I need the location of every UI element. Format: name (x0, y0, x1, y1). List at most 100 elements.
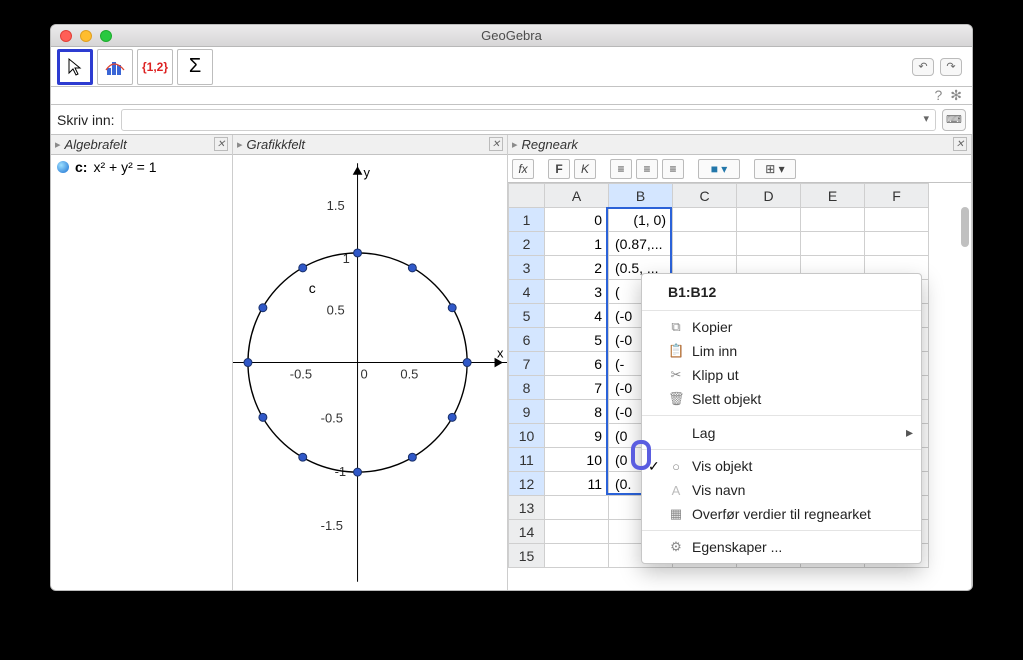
app-window: GeoGebra {1,2} Σ ↶ ↷ ? ✻ Skriv inn: ⌨ (50, 24, 973, 591)
bold-button[interactable]: F (548, 159, 570, 179)
column-header[interactable]: A (545, 184, 609, 208)
list-tool-button[interactable]: {1,2} (137, 49, 173, 85)
row-header[interactable]: 9 (509, 400, 545, 424)
cell[interactable]: 6 (545, 352, 609, 376)
row-header[interactable]: 13 (509, 496, 545, 520)
italic-button[interactable]: K (574, 159, 596, 179)
align-right-button[interactable]: ≡ (662, 159, 684, 179)
row-header[interactable]: 6 (509, 328, 545, 352)
cell[interactable] (801, 232, 865, 256)
cell[interactable]: 8 (545, 400, 609, 424)
row-header[interactable]: 5 (509, 304, 545, 328)
move-tool-button[interactable] (57, 49, 93, 85)
cell[interactable] (737, 208, 801, 232)
cell[interactable]: 11 (545, 472, 609, 496)
cell[interactable] (673, 208, 737, 232)
cell[interactable]: 7 (545, 376, 609, 400)
cell[interactable] (737, 232, 801, 256)
spreadsheet-grid[interactable]: A B C D E F 10(1, 0)21(0.87,...32(0.5, .… (508, 183, 971, 590)
copy-icon: ⧉ (668, 319, 684, 335)
equation-body: x² + y² = 1 (93, 159, 156, 175)
cell[interactable] (673, 232, 737, 256)
svg-text:-0.5: -0.5 (290, 366, 312, 381)
row-header[interactable]: 11 (509, 448, 545, 472)
context-copy[interactable]: ⧉Kopier (642, 315, 921, 339)
dot-icon: ○ (668, 459, 684, 474)
paste-icon: 📋 (668, 343, 684, 359)
graphics-panel-header[interactable]: ▸ Grafikkfelt ✕ (233, 135, 507, 155)
cell[interactable]: 1 (545, 232, 609, 256)
fx-button[interactable]: fx (512, 159, 534, 179)
undo-button[interactable]: ↶ (912, 58, 934, 76)
column-header[interactable]: E (801, 184, 865, 208)
row-header[interactable]: 8 (509, 376, 545, 400)
sum-tool-button[interactable]: Σ (177, 49, 213, 85)
triangle-icon: ▸ (512, 138, 518, 151)
context-show-name[interactable]: AVis navn (642, 478, 921, 502)
settings-button[interactable]: ✻ (950, 87, 962, 104)
graphics-view[interactable]: x y -0.5 0 0.5 1.5 1 0.5 -0.5 -1 -1.5 (233, 155, 507, 590)
cell[interactable] (865, 208, 929, 232)
spreadsheet-panel-header[interactable]: ▸ Regneark ✕ (508, 135, 971, 155)
algebra-panel-header[interactable]: ▸ Algebrafelt ✕ (51, 135, 232, 155)
spreadsheet-close-button[interactable]: ✕ (953, 137, 967, 151)
cell[interactable]: 5 (545, 328, 609, 352)
cell[interactable]: 2 (545, 256, 609, 280)
chevron-right-icon: ▸ (906, 424, 913, 441)
context-menu-title: B1:B12 (642, 278, 921, 306)
command-input[interactable] (121, 109, 936, 131)
row-header[interactable]: 2 (509, 232, 545, 256)
cell[interactable] (545, 544, 609, 568)
algebra-panel-title: Algebrafelt (65, 137, 127, 152)
fill-color-button[interactable]: ■ ▾ (698, 159, 740, 179)
cell[interactable]: 3 (545, 280, 609, 304)
column-header[interactable]: D (737, 184, 801, 208)
row-header[interactable]: 1 (509, 208, 545, 232)
context-layer-submenu[interactable]: Lag▸ (642, 420, 921, 445)
svg-text:-1.5: -1.5 (321, 518, 343, 533)
row-header[interactable]: 7 (509, 352, 545, 376)
context-paste[interactable]: 📋Lim inn (642, 339, 921, 363)
context-transfer-values[interactable]: ▦Overfør verdier til regnearket (642, 502, 921, 526)
align-center-button[interactable]: ≡ (636, 159, 658, 179)
align-left-button[interactable]: ≡ (610, 159, 632, 179)
row-header[interactable]: 10 (509, 424, 545, 448)
virtual-keyboard-button[interactable]: ⌨ (942, 109, 966, 131)
algebra-close-button[interactable]: ✕ (214, 137, 228, 151)
cell[interactable]: 9 (545, 424, 609, 448)
context-delete[interactable]: 🗑Slett objekt (642, 387, 921, 411)
cell[interactable] (545, 496, 609, 520)
cell[interactable]: 10 (545, 448, 609, 472)
undo-icon: ↶ (918, 60, 927, 73)
cell[interactable]: (0.87,... (609, 232, 673, 256)
algebra-panel: ▸ Algebrafelt ✕ c: x² + y² = 1 (51, 135, 233, 590)
close-icon: ✕ (217, 139, 225, 150)
column-header[interactable]: B (609, 184, 673, 208)
vertical-scrollbar[interactable] (961, 207, 969, 247)
row-header[interactable]: 15 (509, 544, 545, 568)
graphics-close-button[interactable]: ✕ (489, 137, 503, 151)
histogram-tool-button[interactable] (97, 49, 133, 85)
borders-button[interactable]: ⊞ ▾ (754, 159, 796, 179)
row-header[interactable]: 4 (509, 280, 545, 304)
cell[interactable]: (1, 0) (609, 208, 673, 232)
help-button[interactable]: ? (934, 87, 942, 104)
cell[interactable] (801, 208, 865, 232)
cell[interactable] (865, 232, 929, 256)
context-cut[interactable]: ✂Klipp ut (642, 363, 921, 387)
row-header[interactable]: 12 (509, 472, 545, 496)
cell[interactable]: 4 (545, 304, 609, 328)
spreadsheet-panel: ▸ Regneark ✕ fx F K ≡ ≡ ≡ ■ ▾ ⊞ ▾ (508, 135, 972, 590)
algebra-item[interactable]: c: x² + y² = 1 (57, 159, 226, 175)
window-title: GeoGebra (51, 28, 972, 43)
column-header[interactable]: F (865, 184, 929, 208)
context-properties[interactable]: ⚙Egenskaper ... (642, 535, 921, 559)
cell[interactable]: 0 (545, 208, 609, 232)
cell[interactable] (545, 520, 609, 544)
column-header[interactable]: C (673, 184, 737, 208)
corner-header[interactable] (509, 184, 545, 208)
context-show-object[interactable]: ✓○Vis objekt (642, 454, 921, 478)
redo-button[interactable]: ↷ (940, 58, 962, 76)
row-header[interactable]: 14 (509, 520, 545, 544)
row-header[interactable]: 3 (509, 256, 545, 280)
